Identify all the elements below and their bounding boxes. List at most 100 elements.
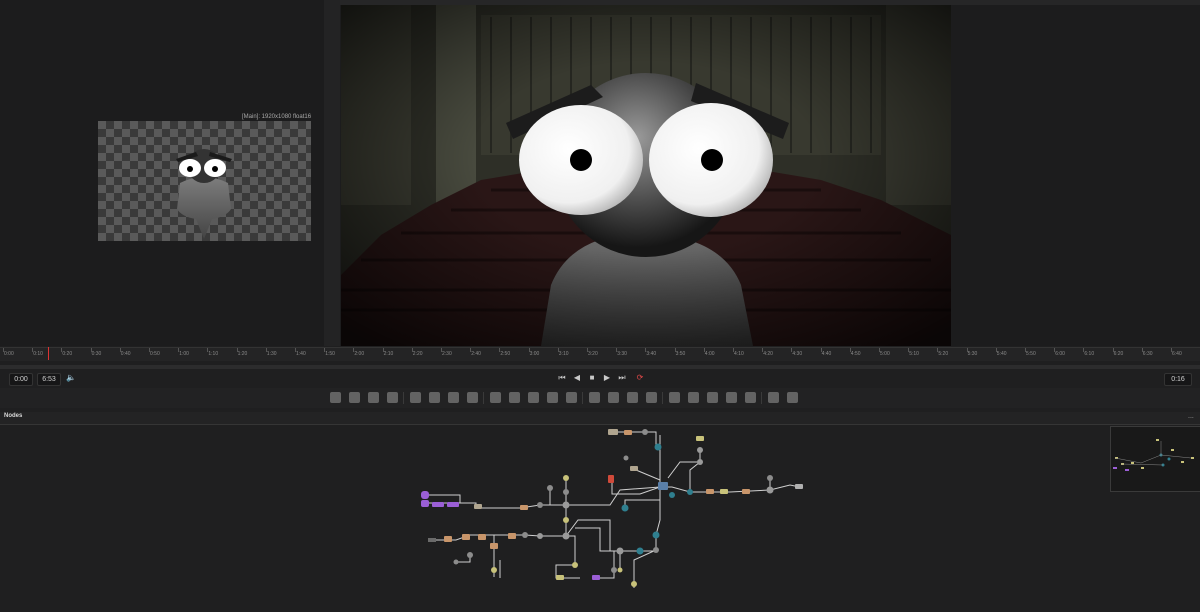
renderer3d-tool-icon[interactable] xyxy=(646,392,657,403)
stop-button[interactable]: ■ xyxy=(586,372,598,384)
timeline-tick-label: 5:50 xyxy=(1026,351,1036,357)
glow-tool-icon[interactable] xyxy=(448,392,459,403)
node-graph[interactable] xyxy=(0,425,1200,607)
node-lc-8 xyxy=(653,547,659,553)
toolbar-separator xyxy=(403,392,404,404)
tracker-tool-icon[interactable] xyxy=(608,392,619,403)
timeline-tick-label: 1:40 xyxy=(296,351,306,357)
timeline-tick-label: 4:30 xyxy=(792,351,803,357)
timeline-tick-label: 3:50 xyxy=(675,351,686,357)
blur-tool-icon[interactable] xyxy=(429,392,440,403)
node-lc-1 xyxy=(556,575,564,580)
current-time-field[interactable]: 0:16 xyxy=(1164,373,1192,386)
node-low-6 xyxy=(508,533,516,539)
timeline-tick-label: 3:00 xyxy=(529,351,540,357)
skip-to-start-button[interactable]: ⏮ xyxy=(556,372,568,384)
nodes-panel-header xyxy=(0,412,1200,425)
timeline-tick-label: 3:40 xyxy=(646,351,657,357)
node-low-4 xyxy=(478,534,486,540)
timeline-tick-label: 4:50 xyxy=(850,351,861,357)
light3d-tool-icon[interactable] xyxy=(726,392,737,403)
camera3d-tool-icon[interactable] xyxy=(707,392,718,403)
timeline-tick-label: 0:10 xyxy=(33,351,43,357)
node-low-2 xyxy=(444,536,452,542)
node-low-9 xyxy=(562,532,570,540)
play-button[interactable]: ▶ xyxy=(601,372,613,384)
bspline-mask-tool-icon[interactable] xyxy=(566,392,577,403)
timeline-tick-label: 0:20 xyxy=(62,351,73,357)
node-bg-3 xyxy=(547,485,553,491)
timeline-tick-label: 3:10 xyxy=(558,351,569,357)
node-top-1 xyxy=(608,429,618,435)
timeline-tick-label: 5:00 xyxy=(880,351,890,357)
node-merge-2 xyxy=(562,501,570,509)
timeline-tick-label: 2:20 xyxy=(412,351,423,357)
timeline-tick-label: 1:10 xyxy=(208,351,219,357)
timeline-tick-label: 5:40 xyxy=(996,351,1007,357)
node-graph-canvas[interactable] xyxy=(0,425,1200,607)
merge3d-tool-icon[interactable] xyxy=(688,392,699,403)
particles-tool-icon[interactable] xyxy=(410,392,421,403)
node-hub-3 xyxy=(621,504,629,512)
loop-button[interactable]: ⟳ xyxy=(634,372,646,384)
node-lc-10 xyxy=(617,567,623,573)
end-time-field[interactable]: 6:53 xyxy=(37,373,61,386)
merge-tool-icon[interactable] xyxy=(490,392,501,403)
node-purple-1 xyxy=(421,491,429,499)
node-top-4 xyxy=(654,443,662,451)
node-hub-1 xyxy=(608,475,614,483)
audio-icon[interactable]: 🔈 xyxy=(65,372,77,384)
text-tool-icon[interactable] xyxy=(368,392,379,403)
node-low-3 xyxy=(462,534,470,540)
image-plane3d-tool-icon[interactable] xyxy=(745,392,756,403)
timeline-tick-label: 0:40 xyxy=(120,351,131,357)
timeline-tick-label: 3:20 xyxy=(588,351,598,357)
node-merge-1 xyxy=(537,502,543,508)
node-purple-4 xyxy=(447,502,459,507)
step-back-button[interactable]: ◀ xyxy=(571,372,583,384)
scene-render xyxy=(341,5,951,346)
loader-tool-icon[interactable] xyxy=(349,392,360,403)
timeline-tick-label: 2:40 xyxy=(471,351,481,357)
skip-to-end-button[interactable]: ⏭ xyxy=(616,372,628,384)
timeline-tick-label: 3:30 xyxy=(617,351,627,357)
planar-tracker-tool-icon[interactable] xyxy=(627,392,638,403)
toolbar-separator xyxy=(582,392,583,404)
viewer-divider[interactable] xyxy=(324,0,340,346)
timeline-tick-label: 0:30 xyxy=(91,351,102,357)
toolbar-separator xyxy=(483,392,484,404)
timeline-tick-label: 5:10 xyxy=(909,351,919,357)
paint-tool-icon[interactable] xyxy=(387,392,398,403)
node-low-7 xyxy=(522,532,528,538)
node-hub-2 xyxy=(658,482,668,490)
point-cloud-tool-icon[interactable] xyxy=(787,392,798,403)
timeline-ruler[interactable]: 0:00 0:10 0:20 0:30 0:40 0:50 1:00 1:10 1:20 1:30… xyxy=(0,347,1200,361)
node-top-8 xyxy=(623,455,629,461)
color-correct-tool-icon[interactable] xyxy=(467,392,478,403)
timeline-tick-label: 1:00 xyxy=(179,351,189,357)
node-top-9 xyxy=(630,466,638,471)
node-connections xyxy=(425,431,801,588)
node-minimap[interactable] xyxy=(1110,426,1200,492)
timeline-tick-label: 4:10 xyxy=(734,351,744,357)
timeline-tick-label: 4:20 xyxy=(763,351,773,357)
transform-tool-icon[interactable] xyxy=(589,392,600,403)
start-time-field[interactable]: 0:00 xyxy=(9,373,33,386)
background-tool-icon[interactable] xyxy=(330,392,341,403)
timeline-scrubber[interactable] xyxy=(0,365,1200,369)
timeline-tick-label: 6:00 xyxy=(1055,351,1065,357)
fbx-mesh-tool-icon[interactable] xyxy=(768,392,779,403)
shape3d-tool-icon[interactable] xyxy=(669,392,680,403)
ellipse-mask-tool-icon[interactable] xyxy=(528,392,539,403)
node-lc-7 xyxy=(652,531,660,539)
timeline-tick-label: 2:30 xyxy=(442,351,452,357)
node-hub-4 xyxy=(669,492,675,498)
nodes-panel-menu[interactable]: ... xyxy=(1188,413,1194,420)
toolbar-separator xyxy=(662,392,663,404)
timeline-tick-label: 6:40 xyxy=(1172,351,1182,357)
node-right-3 xyxy=(742,489,750,494)
character-thumbnail xyxy=(176,149,232,239)
playhead[interactable] xyxy=(48,347,49,360)
rectangle-mask-tool-icon[interactable] xyxy=(509,392,520,403)
polygon-mask-tool-icon[interactable] xyxy=(547,392,558,403)
